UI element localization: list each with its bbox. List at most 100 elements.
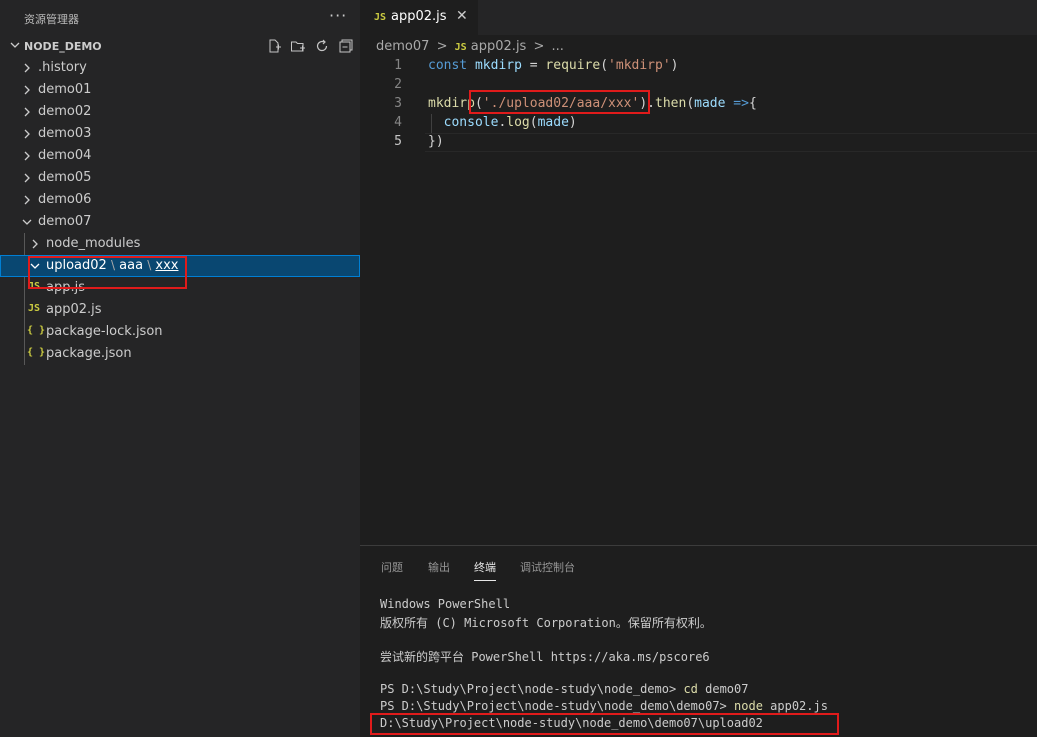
tab-terminal[interactable]: 终端 xyxy=(474,559,496,581)
terminal-command: cd xyxy=(683,682,698,696)
terminal-line: 版权所有 (C) Microsoft Corporation。保留所有权利。 xyxy=(380,616,712,630)
chevron-down-icon xyxy=(22,219,32,225)
code-token: { xyxy=(748,96,757,111)
code-token: mkdirp xyxy=(474,58,522,73)
tree-file-app02-js[interactable]: JS app02.js xyxy=(0,299,360,321)
highlight-box-folder xyxy=(28,256,187,289)
terminal-line: 尝试新的跨平台 PowerShell https://aka.ms/pscore… xyxy=(380,650,710,664)
bottom-panel: 问题 输出 终端 调试控制台 Windows PowerShell 版权所有 (C… xyxy=(360,545,1037,737)
code-token: 'mkdirp' xyxy=(608,58,671,73)
chevron-right-icon xyxy=(24,107,30,117)
code-line[interactable]: 1 const mkdirp = require('mkdirp') xyxy=(360,57,1037,76)
tab-output[interactable]: 输出 xyxy=(428,559,450,575)
code-token: = xyxy=(521,58,546,73)
code-line[interactable]: 4 console.log(made) xyxy=(360,114,1037,133)
breadcrumb-symbols[interactable]: ... xyxy=(552,39,564,54)
code-token: made xyxy=(537,115,569,130)
workspace-section-header[interactable]: NODE_DEMO xyxy=(0,35,360,57)
breadcrumb-separator: > xyxy=(533,39,545,54)
tree-folder-demo04[interactable]: demo04 xyxy=(0,145,360,167)
javascript-file-icon: JS xyxy=(454,42,467,53)
terminal-command: node xyxy=(734,699,763,713)
tree-folder-node-modules[interactable]: node_modules xyxy=(0,233,360,255)
code-text: const mkdirp = require('mkdirp') xyxy=(428,58,679,73)
tab-debug-console[interactable]: 调试控制台 xyxy=(520,559,575,575)
code-token: require xyxy=(545,58,601,73)
terminal-args: demo07 xyxy=(697,682,749,696)
tree-label: demo05 xyxy=(38,170,92,185)
code-token: mkdirp xyxy=(428,96,475,111)
close-icon[interactable]: ✕ xyxy=(456,8,468,24)
terminal-prompt: PS D:\Study\Project\node-study\node_demo… xyxy=(380,682,684,696)
terminal-args: app02.js xyxy=(762,699,828,713)
code-token: made xyxy=(694,96,726,111)
tree-file-package-lock-json[interactable]: { } package-lock.json xyxy=(0,321,360,343)
terminal-prompt: PS D:\Study\Project\node-study\node_demo… xyxy=(380,699,735,713)
javascript-file-icon: JS xyxy=(374,12,387,23)
tree-folder-demo02[interactable]: demo02 xyxy=(0,101,360,123)
json-file-icon: { } xyxy=(27,347,46,358)
chevron-right-icon xyxy=(24,151,30,161)
tree-label: demo02 xyxy=(38,104,92,119)
sidebar-header: 资源管理器 ··· xyxy=(0,0,360,35)
tree-label: .history xyxy=(38,60,87,75)
code-line[interactable]: 3 mkdirp('./upload02/aaa/xxx').then(made … xyxy=(360,95,1037,114)
editor-tabbar: JS app02.js ✕ xyxy=(360,0,1037,35)
editor-area: JS app02.js ✕ demo07 > JS app02.js > ...… xyxy=(360,0,1037,545)
sidebar-title: 资源管理器 xyxy=(24,13,79,26)
breadcrumb-folder[interactable]: demo07 xyxy=(376,39,429,54)
line-number: 5 xyxy=(394,134,402,149)
tab-problems[interactable]: 问题 xyxy=(381,559,403,575)
tree-folder-demo07[interactable]: demo07 xyxy=(0,211,360,233)
tree-file-package-json[interactable]: { } package.json xyxy=(0,343,360,365)
tree-label: demo01 xyxy=(38,82,92,97)
chevron-right-icon xyxy=(24,173,30,183)
workspace-title: NODE_DEMO xyxy=(24,40,102,53)
code-token: ( xyxy=(686,96,695,111)
tree-folder-demo03[interactable]: demo03 xyxy=(0,123,360,145)
line-number: 4 xyxy=(394,115,402,130)
code-token: const xyxy=(428,58,468,73)
tree-folder-history[interactable]: .history xyxy=(0,57,360,79)
breadcrumb-separator: > xyxy=(436,39,448,54)
tree-folder-demo01[interactable]: demo01 xyxy=(0,79,360,101)
code-line[interactable]: 5}) xyxy=(360,133,1037,152)
tree-label: demo06 xyxy=(38,192,92,207)
highlight-box-terminal-output xyxy=(370,713,839,735)
tab-app02-js[interactable]: JS app02.js ✕ xyxy=(360,0,478,35)
terminal-line: PS D:\Study\Project\node-study\node_demo… xyxy=(380,682,748,696)
chevron-right-icon xyxy=(32,239,38,249)
new-file-icon[interactable] xyxy=(266,38,282,54)
collapse-all-icon[interactable] xyxy=(338,38,354,54)
json-file-icon: { } xyxy=(27,325,46,336)
terminal-line: Windows PowerShell xyxy=(380,597,511,611)
code-line[interactable]: 2 xyxy=(360,76,1037,95)
new-folder-icon[interactable] xyxy=(290,38,306,54)
chevron-right-icon xyxy=(24,85,30,95)
line-number: 2 xyxy=(394,77,402,92)
breadcrumb-file[interactable]: app02.js xyxy=(471,39,527,54)
code-text: console.log(made) xyxy=(428,115,577,130)
more-actions-icon[interactable]: ··· xyxy=(329,6,347,25)
chevron-right-icon xyxy=(24,195,30,205)
tree-label: node_modules xyxy=(46,236,141,251)
chevron-right-icon xyxy=(24,63,30,73)
breadcrumb: demo07 > JS app02.js > ... xyxy=(376,39,564,57)
tree-label: package.json xyxy=(46,346,132,361)
tree-label: app02.js xyxy=(46,302,102,317)
code-token: => xyxy=(733,96,749,111)
chevron-right-icon xyxy=(24,129,30,139)
tree-label: demo03 xyxy=(38,126,92,141)
line-number: 3 xyxy=(394,96,402,111)
code-token: ( xyxy=(529,115,538,130)
chevron-down-icon xyxy=(10,42,20,48)
refresh-icon[interactable] xyxy=(314,38,330,54)
tree-folder-demo06[interactable]: demo06 xyxy=(0,189,360,211)
code-token: log xyxy=(506,115,530,130)
tree-folder-demo05[interactable]: demo05 xyxy=(0,167,360,189)
terminal-line: PS D:\Study\Project\node-study\node_demo… xyxy=(380,699,828,713)
code-token: then xyxy=(655,96,687,111)
tree-label: demo07 xyxy=(38,214,92,229)
code-text: }) xyxy=(428,134,444,149)
